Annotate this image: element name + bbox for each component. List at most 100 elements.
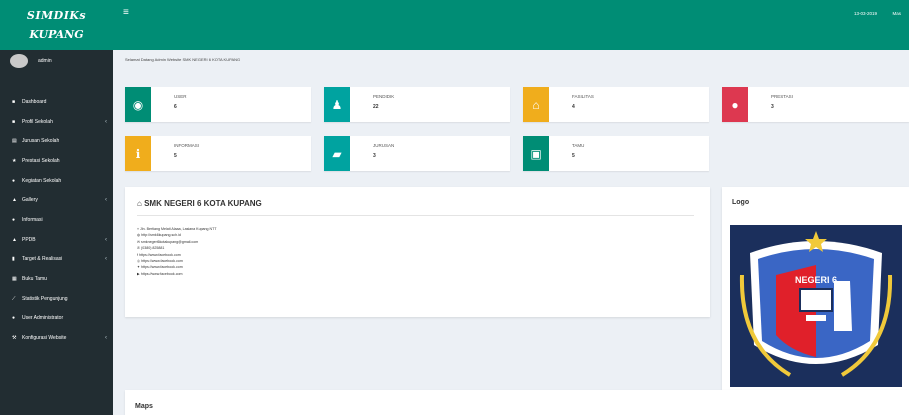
wrench-icon: ⚒ [12, 335, 17, 342]
profile-details: ⌖ Jln. Bertiang Melati Alaaa, Lasiana Ku… [137, 226, 217, 277]
info-box-count: 6 [174, 104, 177, 110]
user-circle-icon: ◉ [125, 87, 151, 122]
info-box-pendidik[interactable]: ♟ PENDIDIK 22 [324, 87, 510, 122]
school-emblem-image: NEGERI 6 [730, 225, 902, 387]
profile-detail-text: https://www.facebook.com [141, 258, 183, 263]
sidebar-item-label: Prestasi Sekolah [22, 157, 60, 164]
menu-toggle-icon[interactable]: ≡ [123, 7, 129, 18]
home-icon: ⌂ [523, 87, 549, 122]
trophy-icon: ● [722, 87, 748, 122]
info-box-user[interactable]: ◉ USER 6 [125, 87, 311, 122]
sidebar-item-label: Target & Realisasi [22, 256, 63, 263]
sidebar-item-dashboard[interactable]: ■ Dashboard [0, 92, 113, 112]
sidebar-item-label: Statistik Pengunjung [22, 295, 68, 302]
calendar-icon: ● [12, 177, 16, 184]
image-icon: ▲ [12, 197, 17, 204]
person-icon: ♟ [324, 87, 350, 122]
chevron-left-icon: ‹ [105, 335, 107, 342]
dashboard-icon: ■ [12, 98, 16, 105]
sidebar-item-informasi[interactable]: ● Informasi [0, 210, 113, 230]
welcome-text: Selamat Datang Admin Website SMK NEGERI … [125, 57, 241, 62]
info-box-fasilitas[interactable]: ⌂ FASILITAS 4 [523, 87, 709, 122]
header-date: 13-03-2019 [853, 11, 877, 16]
logo-panel: Logo NEGERI 6 [722, 187, 909, 390]
school-profile-panel: ⌂ SMK NEGERI 6 KOTA KUPANG ⌖ Jln. Bertia… [125, 187, 710, 317]
sidebar-item-user-administrator[interactable]: ● User Administrator [0, 309, 113, 329]
sidebar-item-kegiatan-sekolah[interactable]: ● Kegiatan Sekolah [0, 171, 113, 191]
sidebar-item-ppdb[interactable]: ▲ PPDB ‹ [0, 230, 113, 250]
info-box-label: TAMU [572, 143, 585, 148]
profile-detail-text: (0380) 825881 [141, 246, 165, 251]
sidebar-item-profil-sekolah[interactable]: ■ Profil Sekolah ‹ [0, 112, 113, 132]
info-icon: ℹ [125, 136, 151, 171]
profile-detail-text: https://www.facebook.com [139, 252, 181, 257]
info-box-count: 5 [572, 153, 575, 159]
sidebar-menu: ■ Dashboard ■ Profil Sekolah ‹ ▤ Jurusan Sekol… [0, 92, 113, 348]
sidebar-item-label: Jurusan Sekolah [22, 138, 60, 145]
sidebar-item-label: User Administrator [22, 315, 64, 322]
info-box-jurusan[interactable]: ▰ JURUSAN 3 [324, 136, 510, 171]
info-box-prestasi[interactable]: ● PRESTASI 3 [722, 87, 909, 122]
line-chart-icon: ⟋ [12, 295, 16, 302]
info-box-tamu[interactable]: ▣ TAMU 5 [523, 136, 709, 171]
sidebar-item-label: Buku Tamu [22, 276, 47, 283]
user-panel: admin [0, 50, 113, 72]
trophy-icon: ★ [12, 157, 17, 164]
sidebar-item-label: Kegiatan Sekolah [22, 177, 62, 184]
chevron-left-icon: ‹ [105, 256, 107, 263]
sidebar-item-label: PPDB [22, 236, 36, 243]
sidebar-item-label: Profil Sekolah [22, 118, 53, 125]
info-box-informasi[interactable]: ℹ INFORMASI 5 [125, 136, 311, 171]
info-box-label: JURUSAN [373, 143, 395, 148]
info-box-count: 5 [174, 153, 177, 159]
info-box-count: 3 [771, 104, 774, 110]
sidebar-item-target-realisasi[interactable]: ▮ Target & Realisasi ‹ [0, 250, 113, 270]
sidebar-item-buku-tamu[interactable]: ▦ Buku Tamu [0, 269, 113, 289]
info-box-label: PRESTASI [771, 94, 793, 99]
info-box-label: USER [174, 94, 187, 99]
info-box-label: FASILITAS [572, 94, 594, 99]
sidebar-item-label: Dashboard [22, 98, 47, 105]
contact-card-icon: ▣ [523, 136, 549, 171]
sidebar-item-label: Konfigurasi Website [22, 335, 67, 342]
brand-logo[interactable]: SIMDIKs KUPANG [0, 0, 113, 50]
profile-detail-line[interactable]: ▶ https://www.facebook.com [137, 271, 217, 277]
sidebar-item-jurusan-sekolah[interactable]: ▤ Jurusan Sekolah [0, 131, 113, 151]
info-box-label: PENDIDIK [373, 94, 395, 99]
profile-detail-text: https://www.facebook.com [140, 271, 183, 276]
info-box-count: 4 [572, 104, 575, 110]
chevron-left-icon: ‹ [105, 118, 107, 125]
home-icon: ⌂ [137, 199, 142, 208]
school-icon: ■ [12, 118, 16, 125]
sidebar-item-label: Informasi [22, 216, 43, 223]
sidebar-item-prestasi-sekolah[interactable]: ★ Prestasi Sekolah [0, 151, 113, 171]
users-icon: ▲ [12, 236, 17, 243]
profile-detail-text: http://smk6kupang.sch.id [141, 233, 181, 238]
sidebar-item-statistik-pengunjung[interactable]: ⟋ Statistik Pengunjung [0, 289, 113, 309]
maps-title: Maps [135, 403, 153, 410]
maps-panel: Maps [125, 390, 909, 415]
info-icon: ● [12, 216, 16, 223]
profile-detail-text: https://www.facebook.com [141, 265, 183, 270]
divider [137, 215, 694, 216]
user-name: admin [38, 58, 52, 64]
header-user-menu[interactable]: Mas [892, 11, 901, 16]
profile-detail-text: smknegeri6kotakupang@gmail.com [141, 239, 199, 244]
book-icon: ▦ [12, 276, 17, 283]
profile-detail-text: Jln. Bertiang Melati Alaaa, Lasiana Kupa… [140, 227, 217, 231]
chart-icon: ▮ [12, 256, 15, 263]
list-icon: ▤ [12, 138, 17, 145]
profile-title: ⌂ SMK NEGERI 6 KOTA KUPANG [137, 199, 262, 208]
graduation-cap-icon: ▰ [324, 136, 350, 171]
sidebar-item-konfigurasi-website[interactable]: ⚒ Konfigurasi Website ‹ [0, 328, 113, 348]
avatar [10, 54, 28, 68]
info-box-label: INFORMASI [174, 143, 200, 148]
info-box-count: 22 [373, 104, 379, 110]
sidebar-item-label: Gallery [22, 197, 38, 204]
sidebar-item-gallery[interactable]: ▲ Gallery ‹ [0, 190, 113, 210]
user-icon: ● [12, 315, 16, 322]
chevron-left-icon: ‹ [105, 197, 107, 204]
top-header: ≡ 13-03-2019 Mas [113, 0, 909, 50]
chevron-left-icon: ‹ [105, 236, 107, 243]
profile-title-text: SMK NEGERI 6 KOTA KUPANG [144, 199, 262, 208]
